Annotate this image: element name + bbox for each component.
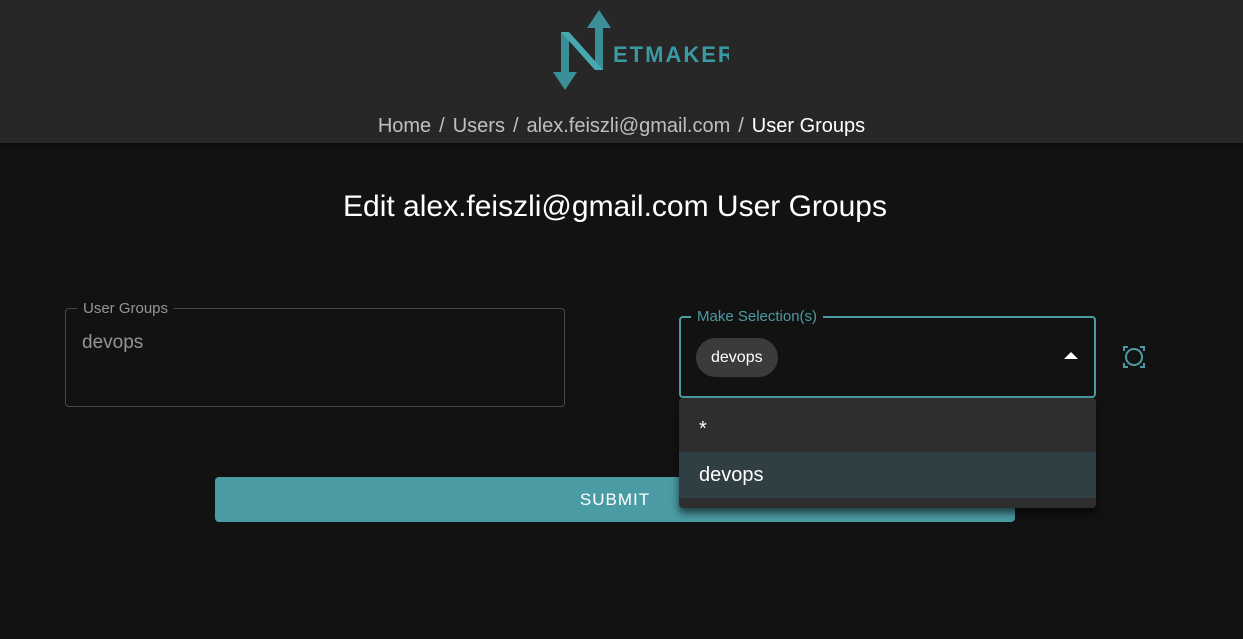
selection-dropdown-menu: * devops xyxy=(679,398,1096,508)
dropdown-option-devops[interactable]: devops xyxy=(679,452,1096,498)
make-selection-field[interactable]: Make Selection(s) devops xyxy=(679,308,1096,398)
svg-text:ETMAKER: ETMAKER xyxy=(613,42,729,67)
user-groups-value: devops xyxy=(82,332,144,353)
dropdown-option-all[interactable]: * xyxy=(679,406,1096,452)
refresh-icon[interactable] xyxy=(1120,343,1148,371)
caret-up-icon[interactable] xyxy=(1064,352,1078,359)
breadcrumb-separator: / xyxy=(439,115,445,137)
netmaker-logo[interactable]: ETMAKER xyxy=(549,10,729,92)
breadcrumb-home[interactable]: Home xyxy=(378,115,431,137)
app-header: ETMAKER Home / Users / alex.feiszli@gmail.co… xyxy=(0,0,1243,143)
make-selection-label: Make Selection(s) xyxy=(691,308,824,325)
page-title: Edit alex.feiszli@gmail.com User Groups xyxy=(343,190,887,223)
selected-chip-devops[interactable]: devops xyxy=(696,338,778,377)
breadcrumb-user-groups: User Groups xyxy=(751,115,866,137)
breadcrumb-separator: / xyxy=(738,115,744,137)
user-groups-field: User Groups devops xyxy=(65,300,565,407)
breadcrumb-separator: / xyxy=(512,115,519,137)
breadcrumb-users[interactable]: Users xyxy=(453,115,505,137)
user-groups-label: User Groups xyxy=(77,300,175,317)
breadcrumb-user-email[interactable]: alex.feiszli@gmail.com xyxy=(527,115,731,137)
breadcrumb: Home / Users / alex.feiszli@gmail.com / User G… xyxy=(0,115,1243,138)
